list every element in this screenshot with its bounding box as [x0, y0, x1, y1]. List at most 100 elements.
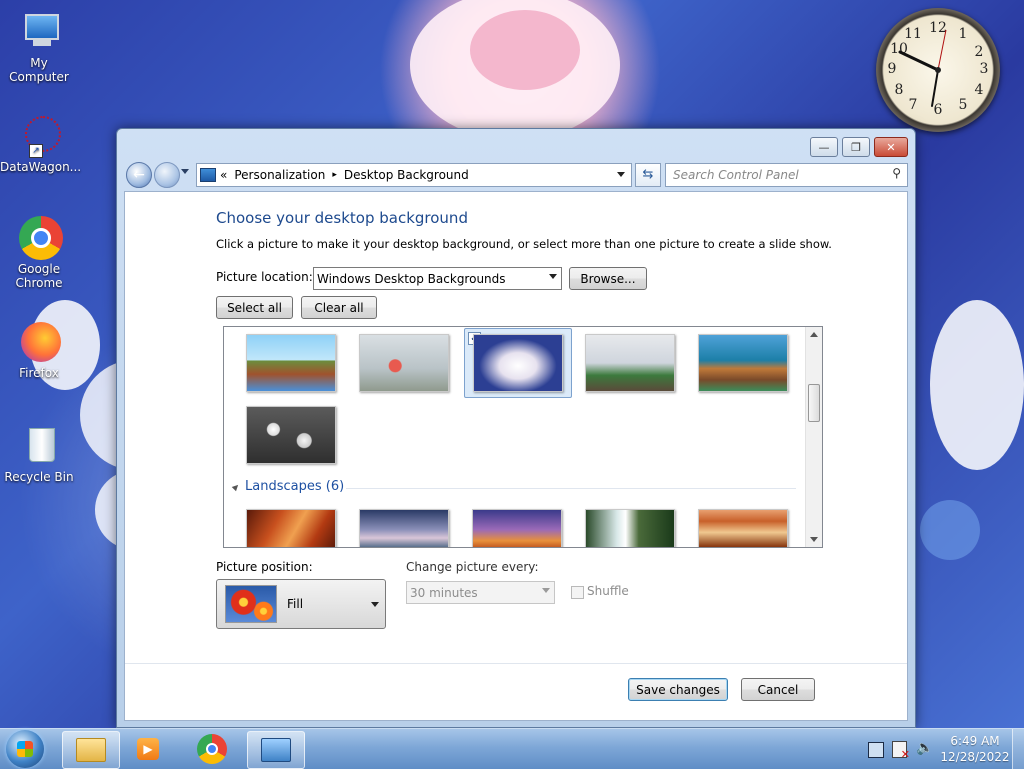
volume-icon[interactable]: 🔈 [916, 740, 933, 756]
wallpaper-bubble [410, 0, 620, 140]
scroll-down-icon[interactable] [810, 537, 818, 542]
change-picture-label: Change picture every: [406, 560, 539, 574]
datawagon-icon: ↗ [17, 114, 61, 158]
tray-date: 12/28/2022 [940, 750, 1010, 764]
chrome-icon [197, 734, 227, 764]
show-desktop-button[interactable] [1012, 729, 1024, 769]
breadcrumb-separator: ▸ [332, 170, 337, 180]
dialog-footer: Save changes Cancel [125, 663, 907, 720]
wallpaper-thumbnail[interactable] [472, 509, 562, 547]
control-panel-icon [200, 168, 216, 182]
group-collapse-icon[interactable] [231, 482, 241, 492]
wallpaper-bubble [920, 500, 980, 560]
wallpaper-bubble [930, 300, 1024, 470]
change-picture-interval-dropdown[interactable]: 30 minutes [406, 581, 555, 604]
breadcrumb-personalization[interactable]: Personalization [234, 168, 325, 182]
page-instructions: Click a picture to make it your desktop … [216, 237, 832, 251]
computer-icon [17, 10, 61, 54]
scroll-up-icon[interactable] [810, 332, 818, 337]
wallpaper-thumbnail[interactable] [246, 334, 336, 392]
desktop-icon-recycle-bin[interactable]: Recycle Bin [0, 424, 78, 484]
picture-location-value: Windows Desktop Backgrounds [317, 271, 506, 286]
firefox-icon [17, 320, 61, 364]
desktop-background-window: — ❐ ✕ ← « Personalization ▸ Desktop Back… [116, 128, 916, 728]
start-button[interactable] [6, 730, 44, 768]
main-content: Choose your desktop background Click a p… [124, 191, 908, 721]
breadcrumb-overflow[interactable]: « [220, 168, 227, 182]
maximize-button[interactable]: ❐ [842, 137, 870, 157]
picture-position-dropdown[interactable]: Fill [216, 579, 386, 629]
clear-all-button[interactable]: Clear all [301, 296, 377, 319]
chrome-icon [17, 216, 63, 260]
wallpaper-thumbnail[interactable] [698, 509, 788, 547]
taskbar-control-panel[interactable] [247, 731, 305, 769]
tray-clock[interactable]: 6:49 AM 12/28/2022 [940, 733, 1010, 765]
minimize-icon: — [818, 140, 830, 154]
minimize-button[interactable]: — [810, 137, 838, 157]
wallpaper-thumbnail[interactable] [585, 334, 675, 392]
back-arrow-icon: ← [133, 167, 145, 183]
address-dropdown-arrow[interactable] [617, 172, 625, 177]
picture-location-dropdown[interactable]: Windows Desktop Backgrounds [313, 267, 562, 290]
wallpaper-thumbnail[interactable] [698, 334, 788, 392]
search-input[interactable]: Search Control Panel ⚲ [665, 163, 908, 187]
address-bar[interactable]: « Personalization ▸ Desktop Background [196, 163, 632, 187]
chevron-down-icon [549, 274, 557, 279]
desktop-icon-my-computer[interactable]: My Computer [0, 10, 78, 84]
desktop-icon-firefox[interactable]: Firefox [0, 320, 78, 380]
page-title: Choose your desktop background [216, 209, 468, 227]
save-changes-label: Save changes [636, 682, 720, 697]
breadcrumb-desktop-background[interactable]: Desktop Background [344, 168, 469, 182]
desktop-icon-google-chrome[interactable]: Google Chrome [0, 216, 78, 290]
forward-button[interactable] [154, 162, 180, 188]
control-panel-icon [261, 738, 291, 762]
browse-label: Browse... [580, 271, 636, 286]
taskbar-windows-explorer[interactable] [62, 731, 120, 769]
wallpaper-thumbnail[interactable] [585, 509, 675, 547]
close-icon: ✕ [886, 140, 896, 154]
wallpaper-thumbnail[interactable] [246, 509, 336, 547]
browse-button[interactable]: Browse... [569, 267, 647, 290]
refresh-button[interactable]: ⇆ [635, 163, 661, 187]
maximize-icon: ❐ [851, 140, 861, 154]
wallpaper-thumbnail[interactable] [359, 334, 449, 392]
cancel-button[interactable]: Cancel [741, 678, 815, 701]
cancel-label: Cancel [757, 682, 799, 697]
recent-pages-dropdown[interactable] [181, 169, 189, 174]
close-button[interactable]: ✕ [874, 137, 908, 157]
wallpaper-bubble [470, 10, 580, 90]
picture-location-label: Picture location: [216, 270, 313, 284]
wallpaper-thumbnail[interactable] [359, 509, 449, 547]
action-center-icon[interactable]: ✕ [892, 741, 910, 760]
network-icon[interactable] [868, 742, 884, 758]
shuffle-label: Shuffle [587, 584, 629, 598]
wallpaper-thumbnail[interactable] [473, 334, 563, 392]
back-button[interactable]: ← [126, 162, 152, 188]
refresh-icon: ⇆ [642, 167, 654, 182]
change-picture-value: 30 minutes [410, 585, 478, 600]
gallery-scrollbar[interactable] [805, 327, 822, 547]
picture-position-label: Picture position: [216, 560, 313, 574]
search-placeholder: Search Control Panel [673, 168, 799, 182]
flower-preview-icon [225, 585, 277, 623]
wallpaper-thumbnail[interactable] [246, 406, 336, 464]
shuffle-checkbox[interactable] [571, 586, 584, 599]
wallpaper-thumbnail-selected[interactable]: ✓ [464, 328, 572, 398]
select-all-label: Select all [227, 300, 282, 315]
group-title-landscapes[interactable]: Landscapes (6) [245, 479, 344, 494]
clear-all-label: Clear all [314, 300, 364, 315]
taskbar-google-chrome[interactable] [184, 731, 240, 767]
desktop-icon-datawagon[interactable]: ↗ DataWagon... [0, 114, 81, 174]
group-divider [346, 488, 796, 489]
wallpaper-gallery[interactable]: ✓ Landscapes (6) [223, 326, 823, 548]
save-changes-button[interactable]: Save changes [628, 678, 728, 701]
select-all-button[interactable]: Select all [216, 296, 293, 319]
chevron-down-icon [542, 588, 550, 593]
search-icon: ⚲ [892, 166, 901, 180]
scroll-thumb[interactable] [808, 384, 820, 422]
recycle-bin-icon [17, 424, 61, 468]
clock-gadget[interactable]: 12 1 2 3 4 5 6 7 8 9 10 11 [876, 8, 1000, 132]
tray-time: 6:49 AM [950, 734, 1000, 748]
taskbar-media-player[interactable]: ▶ [120, 731, 176, 767]
chevron-down-icon [371, 602, 379, 607]
